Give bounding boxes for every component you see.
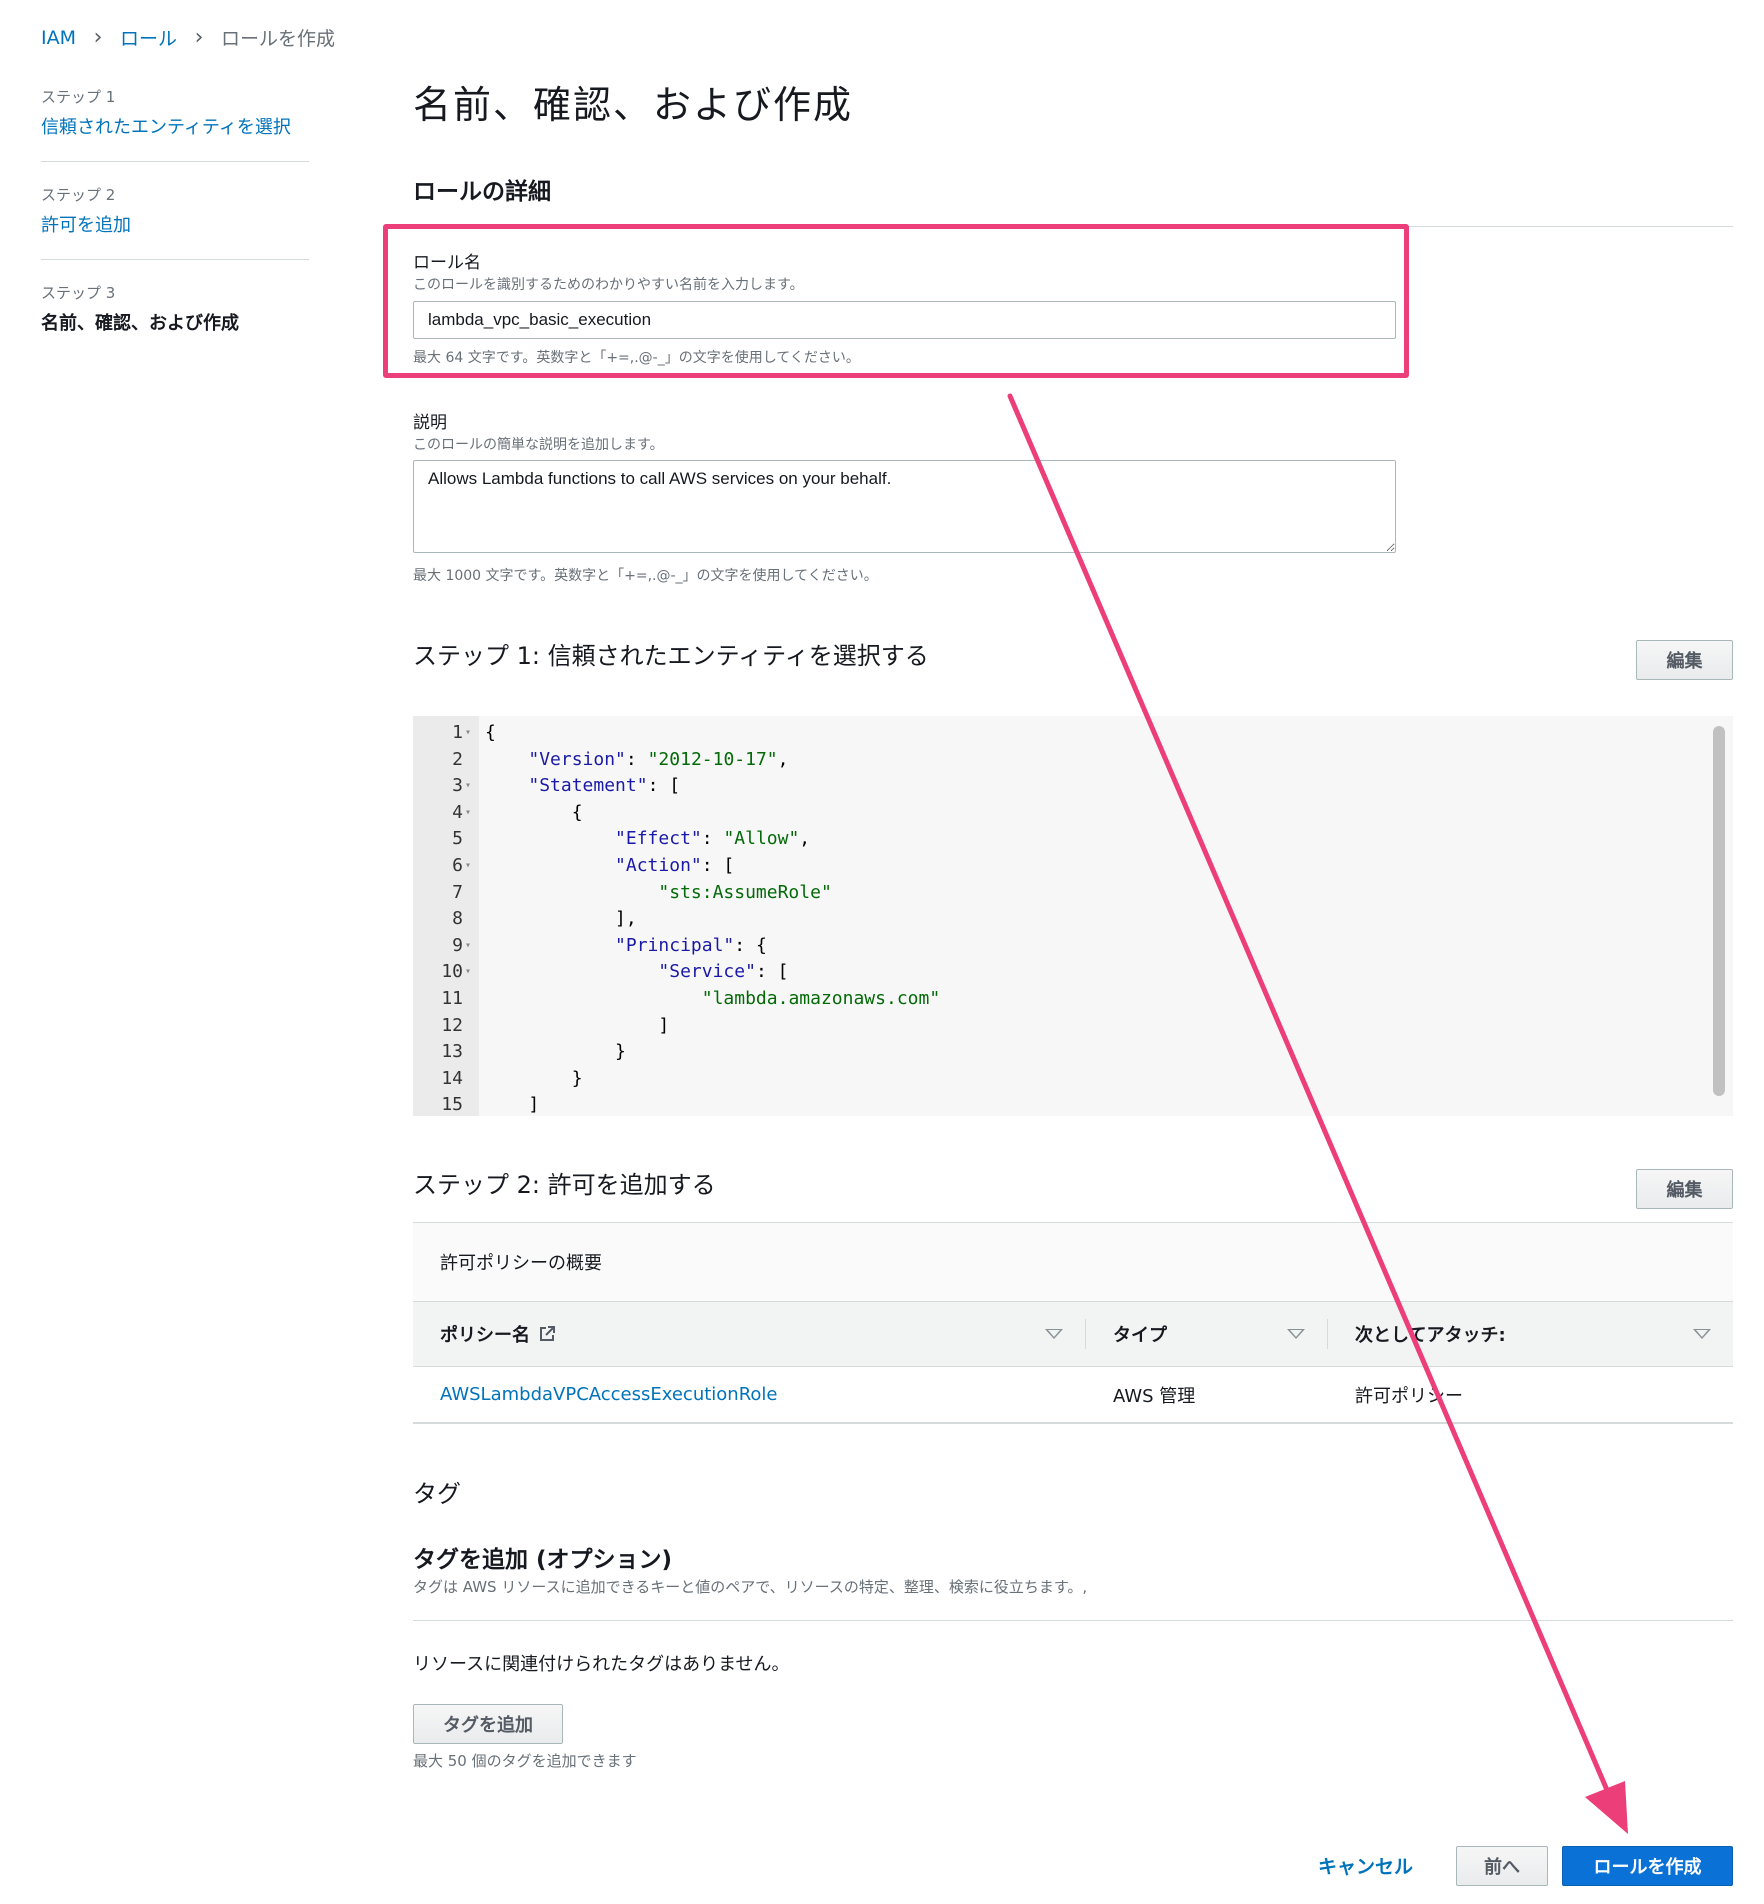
step2-edit-button[interactable]: 編集 (1636, 1169, 1733, 1209)
breadcrumb-current: ロールを作成 (221, 28, 336, 50)
line-number: 5 (452, 828, 463, 850)
code-text: { (485, 722, 496, 743)
fold-toggle-icon[interactable]: ▾ (465, 958, 471, 985)
step-navigation: ステップ 1 信頼されたエンティティを選択 ステップ 2 許可を追加 ステップ … (41, 86, 309, 379)
column-label: 次としてアタッチ: (1355, 1325, 1506, 1346)
line-number: 3 (452, 775, 463, 797)
nav-step-1: ステップ 1 信頼されたエンティティを選択 (41, 86, 309, 162)
breadcrumb-iam[interactable]: IAM (41, 27, 76, 49)
code-text: "Version": "2012-10-17", (528, 748, 789, 770)
policy-type-cell: AWS 管理 (1113, 1385, 1196, 1407)
create-role-button[interactable]: ロールを作成 (1562, 1846, 1733, 1886)
nav-step-number: ステップ 3 (41, 284, 116, 302)
tags-description: タグは AWS リソースに追加できるキーと値のペアで、リソースの特定、整理、検索… (413, 1578, 1088, 1596)
policy-name-cell: AWSLambdaVPCAccessExecutionRole (413, 1384, 1086, 1405)
line-number: 10 (441, 961, 463, 983)
description-label: 説明 (413, 413, 447, 433)
column-type[interactable]: タイプ (1086, 1302, 1327, 1366)
nav-step-number: ステップ 2 (41, 186, 116, 204)
chevron-right-icon: › (93, 25, 103, 50)
editor-scrollbar[interactable] (1713, 726, 1725, 1096)
line-number: 11 (441, 988, 463, 1009)
add-tag-button[interactable]: タグを追加 (413, 1704, 563, 1744)
line-number: 14 (441, 1067, 463, 1089)
add-tags-title: タグを追加 (オプション) (413, 1547, 673, 1573)
line-number: 13 (441, 1041, 463, 1063)
description-description: このロールの簡単な説明を追加します。 (413, 437, 664, 453)
fold-toggle-icon[interactable]: ▾ (465, 799, 471, 826)
column-policy-name[interactable]: ポリシー名 (413, 1302, 1085, 1366)
step1-edit-button[interactable]: 編集 (1636, 640, 1733, 680)
code-text: ], (485, 908, 637, 930)
tags-limit-hint: 最大 50 個のタグを追加できます (413, 1752, 637, 1770)
nav-step-2: ステップ 2 許可を追加 (41, 184, 309, 260)
nav-step-3: ステップ 3 名前、確認、および作成 (41, 282, 309, 357)
code-text: } (485, 1067, 583, 1089)
cancel-button[interactable]: キャンセル (1318, 1852, 1413, 1879)
step1-title: ステップ 1: 信頼されたエンティティを選択する (413, 642, 929, 670)
nav-step-link-add-permissions[interactable]: 許可を追加 (41, 211, 309, 237)
external-link-icon (538, 1325, 556, 1343)
sort-caret-icon[interactable] (1287, 1329, 1305, 1339)
code-text: "Effect": "Allow", (615, 828, 811, 850)
page-title: 名前、確認、および作成 (413, 83, 854, 127)
description-textarea[interactable]: Allows Lambda functions to call AWS serv… (413, 460, 1396, 553)
code-text: "Service": [ (658, 961, 789, 983)
policy-attach-cell: 許可ポリシー (1355, 1385, 1463, 1407)
nav-step-number: ステップ 1 (41, 88, 116, 106)
code-text: "Action": [ (615, 855, 735, 876)
line-number: 4 (452, 801, 463, 823)
chevron-right-icon: › (194, 25, 204, 50)
code-text: "lambda.amazonaws.com" (701, 988, 941, 1009)
nav-step-current: 名前、確認、および作成 (41, 313, 239, 334)
column-label: ポリシー名 (440, 1325, 530, 1346)
fold-toggle-icon[interactable]: ▾ (465, 852, 471, 879)
trust-policy-editor[interactable]: 1 ▾{2 "Version": "2012-10-17", 3 ▾ "Stateme… (413, 716, 1733, 1116)
table-row: AWSLambdaVPCAccessExecutionRole AWS 管理 許… (413, 1367, 1733, 1424)
fold-toggle-icon[interactable]: ▾ (465, 719, 471, 746)
line-number: 2 (452, 748, 463, 770)
breadcrumb: IAM › ロール › ロールを作成 (41, 24, 335, 51)
line-number: 15 (441, 1094, 463, 1116)
line-number: 6 (452, 855, 463, 876)
nav-step-link-trusted-entity[interactable]: 信頼されたエンティティを選択 (41, 113, 309, 139)
fold-toggle-icon[interactable]: ▾ (465, 932, 471, 959)
line-number: 9 (452, 934, 463, 956)
code-text: { (485, 801, 583, 823)
policy-name-link[interactable]: AWSLambdaVPCAccessExecutionRole (440, 1384, 778, 1405)
code-text: "Principal": { (615, 934, 767, 956)
sort-caret-icon[interactable] (1045, 1329, 1063, 1339)
column-attached-as[interactable]: 次としてアタッチ: (1328, 1302, 1733, 1366)
sort-caret-icon[interactable] (1693, 1329, 1711, 1339)
fold-toggle-icon[interactable]: ▾ (465, 772, 471, 799)
tags-heading: タグ (413, 1480, 461, 1508)
code-text: } (485, 1041, 626, 1063)
step2-title: ステップ 2: 許可を追加する (413, 1171, 716, 1199)
line-number: 12 (441, 1014, 463, 1036)
code-text: ] (485, 1014, 670, 1036)
table-title-text: 許可ポリシーの概要 (440, 1253, 602, 1274)
breadcrumb-roles[interactable]: ロール (120, 24, 177, 51)
no-tags-message: リソースに関連付けられたタグはありません。 (413, 1654, 790, 1675)
table-header-row: ポリシー名 タイプ 次としてアタッチ: (413, 1301, 1733, 1367)
line-number: 8 (452, 908, 463, 930)
code-text: "Statement": [ (528, 775, 681, 797)
line-number: 1 (452, 722, 463, 743)
code-text: "sts:AssumeRole" (658, 881, 832, 903)
description-hint: 最大 1000 文字です。英数字と「+=,.@-_」の文字を使用してください。 (413, 568, 878, 584)
divider (413, 1620, 1733, 1621)
code-text: ] (485, 1094, 540, 1116)
permissions-policies-table: 許可ポリシーの概要 ポリシー名 タイプ 次としてアタッチ: AWSLambdaV… (413, 1222, 1733, 1424)
role-details-title: ロールの詳細 (413, 179, 551, 205)
table-title: 許可ポリシーの概要 (413, 1222, 1733, 1301)
annotation-highlight-box (383, 224, 1409, 378)
previous-button[interactable]: 前へ (1456, 1846, 1548, 1886)
column-label: タイプ (1113, 1325, 1167, 1346)
line-number: 7 (452, 881, 463, 903)
